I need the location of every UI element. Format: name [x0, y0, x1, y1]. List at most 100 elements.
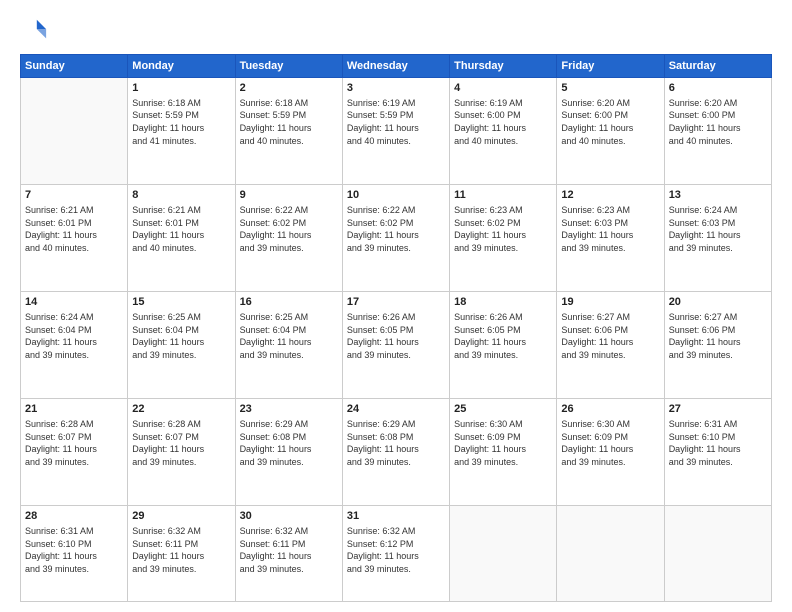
- week-row: 1Sunrise: 6:18 AMSunset: 5:59 PMDaylight…: [21, 78, 772, 185]
- day-number: 21: [25, 402, 123, 417]
- weekday-header: Wednesday: [342, 55, 449, 78]
- day-number: 28: [25, 509, 123, 524]
- calendar-cell: [450, 506, 557, 602]
- logo-icon: [20, 16, 48, 44]
- day-number: 9: [240, 188, 338, 203]
- calendar-cell: 3Sunrise: 6:19 AMSunset: 5:59 PMDaylight…: [342, 78, 449, 185]
- day-number: 6: [669, 81, 767, 96]
- day-info: Sunrise: 6:31 AMSunset: 6:10 PMDaylight:…: [669, 418, 767, 468]
- day-number: 11: [454, 188, 552, 203]
- calendar-cell: 13Sunrise: 6:24 AMSunset: 6:03 PMDayligh…: [664, 185, 771, 292]
- weekday-header: Monday: [128, 55, 235, 78]
- weekday-header: Thursday: [450, 55, 557, 78]
- day-info: Sunrise: 6:22 AMSunset: 6:02 PMDaylight:…: [347, 204, 445, 254]
- day-info: Sunrise: 6:18 AMSunset: 5:59 PMDaylight:…: [240, 97, 338, 147]
- calendar-cell: 7Sunrise: 6:21 AMSunset: 6:01 PMDaylight…: [21, 185, 128, 292]
- day-number: 13: [669, 188, 767, 203]
- calendar-cell: 21Sunrise: 6:28 AMSunset: 6:07 PMDayligh…: [21, 399, 128, 506]
- day-info: Sunrise: 6:21 AMSunset: 6:01 PMDaylight:…: [132, 204, 230, 254]
- day-info: Sunrise: 6:29 AMSunset: 6:08 PMDaylight:…: [347, 418, 445, 468]
- day-number: 20: [669, 295, 767, 310]
- day-number: 4: [454, 81, 552, 96]
- weekday-header: Sunday: [21, 55, 128, 78]
- day-info: Sunrise: 6:29 AMSunset: 6:08 PMDaylight:…: [240, 418, 338, 468]
- day-info: Sunrise: 6:24 AMSunset: 6:04 PMDaylight:…: [25, 311, 123, 361]
- day-info: Sunrise: 6:27 AMSunset: 6:06 PMDaylight:…: [561, 311, 659, 361]
- day-info: Sunrise: 6:32 AMSunset: 6:11 PMDaylight:…: [132, 525, 230, 575]
- day-info: Sunrise: 6:18 AMSunset: 5:59 PMDaylight:…: [132, 97, 230, 147]
- calendar-cell: [21, 78, 128, 185]
- calendar-cell: 22Sunrise: 6:28 AMSunset: 6:07 PMDayligh…: [128, 399, 235, 506]
- day-number: 8: [132, 188, 230, 203]
- day-number: 27: [669, 402, 767, 417]
- calendar-cell: 11Sunrise: 6:23 AMSunset: 6:02 PMDayligh…: [450, 185, 557, 292]
- calendar-header-row: SundayMondayTuesdayWednesdayThursdayFrid…: [21, 55, 772, 78]
- calendar-cell: 17Sunrise: 6:26 AMSunset: 6:05 PMDayligh…: [342, 292, 449, 399]
- calendar-cell: 4Sunrise: 6:19 AMSunset: 6:00 PMDaylight…: [450, 78, 557, 185]
- calendar-cell: 14Sunrise: 6:24 AMSunset: 6:04 PMDayligh…: [21, 292, 128, 399]
- weekday-header: Friday: [557, 55, 664, 78]
- day-info: Sunrise: 6:23 AMSunset: 6:02 PMDaylight:…: [454, 204, 552, 254]
- day-number: 25: [454, 402, 552, 417]
- calendar-table: SundayMondayTuesdayWednesdayThursdayFrid…: [20, 54, 772, 602]
- calendar-cell: 12Sunrise: 6:23 AMSunset: 6:03 PMDayligh…: [557, 185, 664, 292]
- page: SundayMondayTuesdayWednesdayThursdayFrid…: [0, 0, 792, 612]
- day-info: Sunrise: 6:25 AMSunset: 6:04 PMDaylight:…: [240, 311, 338, 361]
- calendar-cell: 9Sunrise: 6:22 AMSunset: 6:02 PMDaylight…: [235, 185, 342, 292]
- day-number: 15: [132, 295, 230, 310]
- day-number: 12: [561, 188, 659, 203]
- logo: [20, 16, 52, 44]
- day-info: Sunrise: 6:26 AMSunset: 6:05 PMDaylight:…: [347, 311, 445, 361]
- day-number: 29: [132, 509, 230, 524]
- calendar-cell: 27Sunrise: 6:31 AMSunset: 6:10 PMDayligh…: [664, 399, 771, 506]
- calendar-cell: 18Sunrise: 6:26 AMSunset: 6:05 PMDayligh…: [450, 292, 557, 399]
- day-info: Sunrise: 6:27 AMSunset: 6:06 PMDaylight:…: [669, 311, 767, 361]
- day-number: 16: [240, 295, 338, 310]
- day-info: Sunrise: 6:23 AMSunset: 6:03 PMDaylight:…: [561, 204, 659, 254]
- day-number: 10: [347, 188, 445, 203]
- day-info: Sunrise: 6:19 AMSunset: 6:00 PMDaylight:…: [454, 97, 552, 147]
- week-row: 7 Sunrise: 6:21 AMSunset: 6:01 PMDaylight…: [21, 185, 772, 292]
- calendar-cell: 15Sunrise: 6:25 AMSunset: 6:04 PMDayligh…: [128, 292, 235, 399]
- day-info: Sunrise: 6:28 AMSunset: 6:07 PMDaylight:…: [132, 418, 230, 468]
- calendar-cell: 29Sunrise: 6:32 AMSunset: 6:11 PMDayligh…: [128, 506, 235, 602]
- day-number: 19: [561, 295, 659, 310]
- calendar-cell: 23Sunrise: 6:29 AMSunset: 6:08 PMDayligh…: [235, 399, 342, 506]
- day-number: 17: [347, 295, 445, 310]
- day-number: 31: [347, 509, 445, 524]
- day-info: Sunrise: 6:20 AMSunset: 6:00 PMDaylight:…: [669, 97, 767, 147]
- calendar-cell: 2Sunrise: 6:18 AMSunset: 5:59 PMDaylight…: [235, 78, 342, 185]
- header: [20, 16, 772, 44]
- calendar-cell: 6Sunrise: 6:20 AMSunset: 6:00 PMDaylight…: [664, 78, 771, 185]
- day-info: Sunrise: 6:24 AMSunset: 6:03 PMDaylight:…: [669, 204, 767, 254]
- day-number: 18: [454, 295, 552, 310]
- day-info: Sunrise: 6:30 AMSunset: 6:09 PMDaylight:…: [561, 418, 659, 468]
- day-number: 23: [240, 402, 338, 417]
- day-number: 14: [25, 295, 123, 310]
- calendar-cell: 25Sunrise: 6:30 AMSunset: 6:09 PMDayligh…: [450, 399, 557, 506]
- calendar-cell: 28Sunrise: 6:31 AMSunset: 6:10 PMDayligh…: [21, 506, 128, 602]
- day-info: Sunrise: 6:32 AMSunset: 6:11 PMDaylight:…: [240, 525, 338, 575]
- calendar-cell: 10Sunrise: 6:22 AMSunset: 6:02 PMDayligh…: [342, 185, 449, 292]
- week-row: 28Sunrise: 6:31 AMSunset: 6:10 PMDayligh…: [21, 506, 772, 602]
- day-info: Sunrise: 6:19 AMSunset: 5:59 PMDaylight:…: [347, 97, 445, 147]
- day-info: Sunrise: 6:28 AMSunset: 6:07 PMDaylight:…: [25, 418, 123, 468]
- day-number: 24: [347, 402, 445, 417]
- day-info: Sunrise: 6:25 AMSunset: 6:04 PMDaylight:…: [132, 311, 230, 361]
- calendar-cell: [557, 506, 664, 602]
- calendar-cell: 5Sunrise: 6:20 AMSunset: 6:00 PMDaylight…: [557, 78, 664, 185]
- day-number: 7: [25, 188, 123, 203]
- calendar-cell: 31Sunrise: 6:32 AMSunset: 6:12 PMDayligh…: [342, 506, 449, 602]
- weekday-header: Saturday: [664, 55, 771, 78]
- calendar-cell: 20Sunrise: 6:27 AMSunset: 6:06 PMDayligh…: [664, 292, 771, 399]
- calendar-cell: 16Sunrise: 6:25 AMSunset: 6:04 PMDayligh…: [235, 292, 342, 399]
- calendar-cell: 26Sunrise: 6:30 AMSunset: 6:09 PMDayligh…: [557, 399, 664, 506]
- week-row: 21Sunrise: 6:28 AMSunset: 6:07 PMDayligh…: [21, 399, 772, 506]
- day-number: 2: [240, 81, 338, 96]
- day-info: Sunrise: 6:30 AMSunset: 6:09 PMDaylight:…: [454, 418, 552, 468]
- day-number: 30: [240, 509, 338, 524]
- day-number: 1: [132, 81, 230, 96]
- calendar-cell: 19Sunrise: 6:27 AMSunset: 6:06 PMDayligh…: [557, 292, 664, 399]
- day-number: 3: [347, 81, 445, 96]
- calendar-cell: 1Sunrise: 6:18 AMSunset: 5:59 PMDaylight…: [128, 78, 235, 185]
